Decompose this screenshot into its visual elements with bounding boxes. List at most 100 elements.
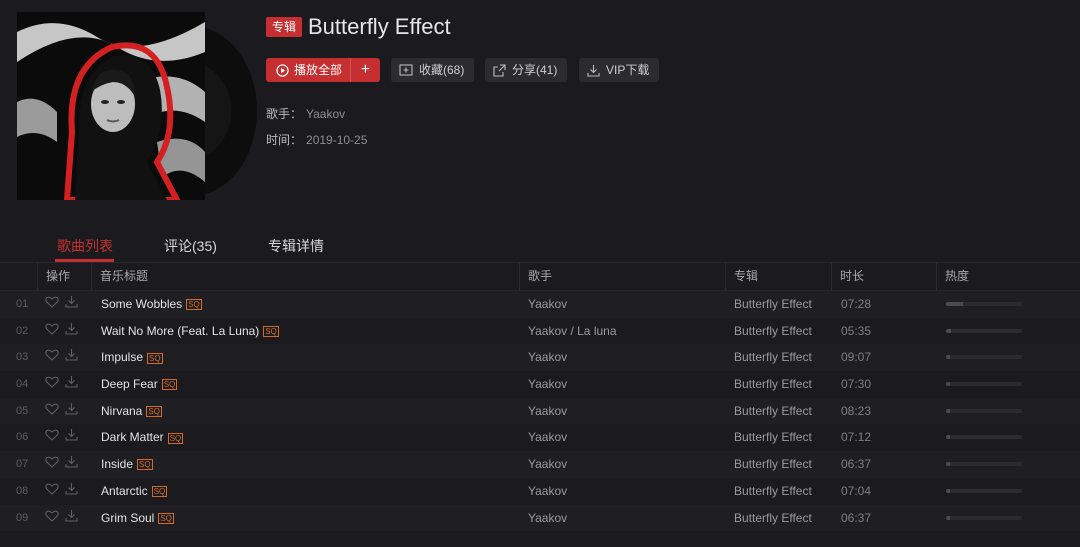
track-album[interactable]: Butterfly Effect [734,371,812,398]
heart-icon[interactable] [45,291,59,318]
heart-icon[interactable] [45,451,59,478]
track-artist[interactable]: Yaakov [528,371,567,398]
column-header-popularity[interactable]: 热度 [936,263,969,290]
sq-quality-badge: SQ [146,406,162,418]
heart-icon[interactable] [45,371,59,398]
track-duration: 07:12 [841,430,872,445]
popularity-bar [946,462,1022,467]
tab-album-details[interactable]: 专辑详情 [268,236,324,256]
track-title[interactable]: Dark Matter [101,430,164,444]
download-icon[interactable] [65,398,78,425]
album-cover-image[interactable] [17,12,205,200]
track-title[interactable]: Deep Fear [101,377,158,391]
track-artist[interactable]: Yaakov [528,344,567,371]
column-header-title[interactable]: 音乐标题 [91,263,148,290]
heart-icon[interactable] [45,344,59,371]
tab-song-list[interactable]: 歌曲列表 [57,236,113,256]
track-title-cell: Some Wobbles SQ [101,291,202,318]
sq-quality-badge: SQ [167,432,184,444]
track-title[interactable]: Impulse [101,350,143,364]
column-header-duration[interactable]: 时长 [831,263,864,290]
download-icon[interactable] [65,344,78,371]
share-button[interactable]: 分享(41) [485,58,568,82]
download-icon[interactable] [65,371,78,398]
track-row[interactable]: 05 Nirvana SQ Yaakov Butterfly Effect 08:23 [0,397,1080,425]
download-icon[interactable] [65,318,78,345]
favorite-label: 收藏(68) [419,63,465,77]
popularity-bar [946,355,1022,360]
heart-icon[interactable] [45,505,59,532]
track-album[interactable]: Butterfly Effect [734,318,812,345]
track-album[interactable]: Butterfly Effect [734,478,812,505]
vip-download-button[interactable]: VIP下载 [579,58,660,82]
heart-icon[interactable] [45,398,59,425]
favorite-button[interactable]: 收藏(68) [391,58,475,82]
artist-link[interactable]: Yaakov [306,107,345,121]
download-icon[interactable] [65,505,78,532]
share-icon [493,63,506,77]
track-artist[interactable]: Yaakov [528,451,567,478]
popularity-bar [946,515,1022,520]
track-title-cell: Nirvana SQ [101,398,162,425]
track-album[interactable]: Butterfly Effect [734,451,812,478]
track-title[interactable]: Antarctic [101,484,148,498]
track-artist[interactable]: Yaakov [528,424,567,451]
track-album[interactable]: Butterfly Effect [734,505,812,532]
track-actions [45,505,78,532]
play-all-label: 播放全部 [294,63,343,77]
download-icon[interactable] [65,478,78,505]
track-album[interactable]: Butterfly Effect [734,291,812,318]
track-row[interactable]: 06 Dark Matter SQ Yaakov Butterfly Effect 07:… [0,424,1080,452]
track-duration: 07:04 [841,483,872,498]
track-table-header: 操作 音乐标题 歌手 专辑 时长 热度 [0,263,1080,291]
track-number: 07 [16,458,29,471]
tab-comments[interactable]: 评论(35) [164,236,217,256]
track-album[interactable]: Butterfly Effect [734,424,812,451]
track-title-cell: Grim Soul SQ [101,505,174,532]
track-actions [45,371,78,398]
play-all-button[interactable]: 播放全部 [266,58,350,82]
track-artist[interactable]: Yaakov [528,398,567,425]
column-header-artist[interactable]: 歌手 [519,263,552,290]
track-number: 01 [16,298,29,310]
track-row[interactable]: 04 Deep Fear SQ Yaakov Butterfly Effect 07:30 [0,371,1080,398]
track-number: 06 [16,431,29,444]
track-row[interactable]: 07 Inside SQ Yaakov Butterfly Effect 06:37 [0,451,1080,478]
track-title[interactable]: Nirvana [101,404,142,418]
release-date: 2019-10-25 [306,133,368,147]
track-duration: 09:07 [841,350,872,365]
heart-icon[interactable] [45,318,59,345]
play-circle-icon [276,63,289,77]
popularity-bar [946,382,1022,387]
artist-meta: 歌手： Yaakov [266,105,345,122]
track-number: 02 [16,324,29,337]
popularity-fill [946,488,950,493]
add-to-playlist-button[interactable]: + [351,58,380,82]
sq-quality-badge: SQ [151,486,168,498]
download-icon[interactable] [65,291,78,318]
track-row[interactable]: 02 Wait No More (Feat. La Luna) SQ Yaakov /… [0,317,1080,345]
popularity-bar [946,328,1022,333]
download-icon[interactable] [65,424,78,451]
track-duration: 06:37 [841,457,872,472]
track-artist[interactable]: Yaakov / La luna [528,318,617,345]
download-icon[interactable] [65,451,78,478]
column-header-album[interactable]: 专辑 [725,263,758,290]
heart-icon[interactable] [45,478,59,505]
track-row[interactable]: 08 Antarctic SQ Yaakov Butterfly Effect 07:04 [0,477,1080,505]
track-album[interactable]: Butterfly Effect [734,344,812,371]
track-artist[interactable]: Yaakov [528,291,567,318]
popularity-fill [946,462,950,467]
track-artist[interactable]: Yaakov [528,478,567,505]
track-row[interactable]: 03 Impulse SQ Yaakov Butterfly Effect 09:07 [0,344,1080,372]
track-title[interactable]: Wait No More (Feat. La Luna) [101,324,259,338]
track-artist[interactable]: Yaakov [528,505,567,532]
heart-icon[interactable] [45,424,59,451]
track-title[interactable]: Inside [101,457,133,471]
track-title[interactable]: Some Wobbles [101,297,182,311]
track-row[interactable]: 09 Grim Soul SQ Yaakov Butterfly Effect 06:37 [0,504,1080,532]
track-album[interactable]: Butterfly Effect [734,398,812,425]
track-duration: 07:30 [841,377,872,392]
track-row[interactable]: 01 Some Wobbles SQ Yaakov Butterfly Effect 07… [0,291,1080,318]
track-title[interactable]: Grim Soul [101,511,154,525]
